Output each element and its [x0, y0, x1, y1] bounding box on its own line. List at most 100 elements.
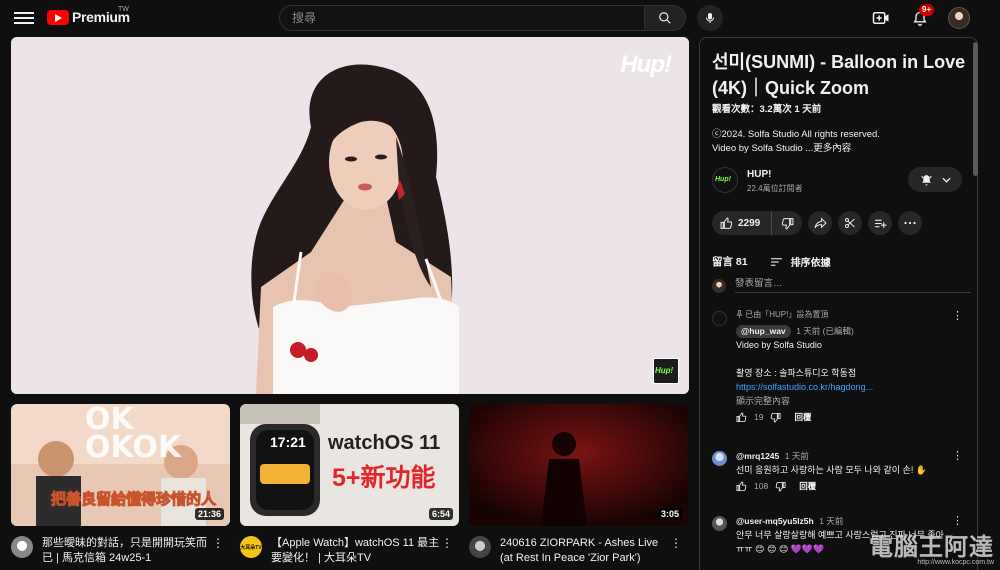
thumbnail-text: OK OKOK — [85, 404, 182, 465]
account-avatar[interactable] — [948, 7, 970, 29]
add-comment-input[interactable] — [735, 278, 971, 293]
comment-author[interactable]: @user-mq5yu5lz5h — [736, 516, 814, 526]
chevron-down-icon — [941, 177, 951, 183]
show-more-description[interactable]: 更多內容 — [813, 143, 851, 154]
comment-like-count: 19 — [754, 412, 764, 422]
comment-text: 선미 응원하고 사랑하는 사람 모두 나와 같이 손! ✋ — [736, 465, 928, 475]
pinned-note: 已由「HUP!」設為置頂 — [736, 309, 952, 321]
comment-more-button[interactable]: ⋮ — [952, 514, 963, 527]
comment-author-avatar[interactable] — [712, 451, 727, 466]
youtube-premium-logo[interactable]: Premium TW — [47, 6, 130, 25]
suggested-video-card[interactable]: OK OKOK 把善良留給懂得珍惜的人 21:36 那些曖昧的對話，只是開開玩笑… — [11, 404, 230, 566]
search-button[interactable] — [644, 5, 686, 31]
comment-dislike-button[interactable] — [775, 481, 786, 492]
video-thumbnail[interactable]: OK OKOK 把善良留給懂得珍惜的人 21:36 — [11, 404, 230, 526]
comment-dislike-button[interactable] — [770, 412, 781, 423]
video-thumbnail[interactable]: 3:05 — [469, 404, 688, 526]
video-title[interactable]: 那些曖昧的對話，只是開開玩笑而已 | 馬克信箱 24w25-1 — [42, 536, 212, 566]
site-watermark: 電腦王阿達 http://www.kocpc.com.tw — [869, 527, 994, 566]
comment-text — [736, 352, 952, 366]
sort-icon — [770, 257, 782, 266]
dislike-button[interactable] — [772, 211, 802, 235]
channel-avatar[interactable] — [11, 536, 33, 558]
comment-item: 已由「HUP!」設為置頂 @hup_wav 1 天前 (已編輯) Video b… — [712, 309, 967, 439]
video-info-panel: 선미(SUNMI) - Balloon in Love (4K)｜Quick Z… — [699, 37, 978, 570]
search-input[interactable] — [279, 5, 644, 31]
top-bar: Premium TW 9+ — [0, 0, 1000, 36]
reply-button[interactable]: 回覆 — [794, 411, 811, 423]
show-full-comment[interactable]: 顯示完整內容 — [736, 394, 952, 408]
notification-badge: 9+ — [919, 4, 935, 16]
suggested-video-card[interactable]: 3:05 240616 ZIORPARK - Ashes Live (at Re… — [469, 404, 688, 566]
video-title[interactable]: 【Apple Watch】watchOS 11 最主要變化！ | 大耳朵TV — [271, 536, 441, 566]
more-actions-button[interactable] — [898, 211, 922, 235]
sort-comments-button[interactable]: 排序依據 — [770, 254, 831, 269]
comment-time: 1 天前 (已編輯) — [796, 326, 854, 336]
channel-avatar[interactable] — [712, 167, 738, 193]
watch-face-time: 17:21 — [270, 434, 306, 450]
like-button[interactable]: 2299 — [712, 211, 772, 235]
thumbnail-caption: 5+新功能 — [332, 464, 436, 492]
comment-time: 1 天前 — [819, 516, 844, 526]
comment-like-button[interactable] — [736, 481, 747, 492]
video-thumbnail[interactable]: 17:21 watchOS 11 5+新功能 6:54 — [240, 404, 459, 526]
comment-author[interactable]: @hup_wav — [736, 325, 791, 338]
reply-button[interactable]: 回覆 — [799, 480, 816, 492]
notifications-button[interactable]: 9+ — [909, 4, 935, 29]
view-stats: 觀看次數：3.2萬次 1 天前 — [712, 104, 822, 115]
more-options-button[interactable]: ⋮ — [441, 536, 453, 566]
video-actions: 2299 — [712, 211, 922, 235]
share-button[interactable] — [808, 211, 832, 235]
add-comment-row — [712, 278, 971, 293]
comment-more-button[interactable]: ⋮ — [952, 309, 963, 322]
top-right-actions: 9+ — [870, 4, 970, 29]
more-options-button[interactable]: ⋮ — [212, 536, 224, 566]
search-bar — [279, 5, 686, 31]
voice-search-button[interactable] — [697, 5, 723, 31]
video-duration: 3:05 — [657, 508, 682, 520]
comment-author[interactable]: @mrq1245 — [736, 451, 779, 461]
hup-watermark: Hup! — [620, 51, 672, 78]
channel-avatar[interactable]: 大耳朵TV — [240, 536, 262, 558]
panel-scrollbar[interactable] — [973, 42, 978, 176]
more-options-button[interactable]: ⋮ — [670, 536, 682, 566]
subscription-notification-button[interactable] — [908, 167, 962, 192]
comment-actions: 19 回覆 — [736, 411, 952, 423]
video-title[interactable]: 240616 ZIORPARK - Ashes Live (at Rest In… — [500, 536, 670, 566]
video-player[interactable]: Hup! — [11, 37, 689, 394]
more-horizontal-icon — [904, 221, 916, 225]
comment-text: Video by Solfa Studio — [736, 340, 822, 350]
comment-count: 留言 81 — [712, 256, 748, 268]
suggested-video-card[interactable]: 17:21 watchOS 11 5+新功能 6:54 大耳朵TV 【Apple… — [240, 404, 459, 566]
search-icon — [659, 12, 671, 24]
channel-branding-watermark[interactable] — [653, 358, 679, 384]
subscriber-count: 22.4萬位訂閱者 — [747, 184, 803, 193]
site-watermark-name: 電腦王阿達 — [869, 533, 994, 561]
clip-button[interactable] — [838, 211, 862, 235]
thumbnail-image — [469, 404, 688, 526]
comment-item: @mrq1245 1 天前 선미 응원하고 사랑하는 사람 모두 나와 같이 손… — [712, 449, 967, 507]
channel-avatar[interactable] — [469, 536, 491, 558]
comment-author-avatar[interactable] — [712, 311, 727, 326]
thumbs-down-icon — [775, 481, 786, 491]
channel-name[interactable]: HUP! — [747, 169, 771, 180]
menu-button[interactable] — [14, 9, 34, 27]
thumbs-down-icon — [771, 412, 781, 422]
sort-label: 排序依據 — [790, 258, 831, 269]
bell-icon — [920, 174, 932, 185]
save-to-playlist-button[interactable] — [868, 211, 892, 235]
comment-like-button[interactable] — [736, 412, 747, 423]
description-line: ⓒ2024. Solfa Studio All rights reserved. — [712, 129, 880, 140]
thumbs-up-icon — [736, 412, 747, 422]
thumbs-down-icon — [781, 217, 793, 229]
comment-actions: 108 回覆 — [736, 480, 952, 492]
description-line: Video by Solfa Studio ...更多內容 — [712, 143, 852, 154]
comment-author-avatar[interactable] — [712, 516, 727, 531]
comment-more-button[interactable]: ⋮ — [952, 449, 963, 462]
thumbs-up-icon — [736, 481, 747, 491]
comments-header: 留言 81 排序依據 — [712, 254, 831, 269]
playlist-add-icon — [874, 219, 886, 228]
pin-icon — [736, 310, 743, 318]
create-button[interactable] — [870, 7, 892, 29]
comment-link[interactable]: https://solfastudio.co.kr/hagdong... — [736, 380, 952, 394]
